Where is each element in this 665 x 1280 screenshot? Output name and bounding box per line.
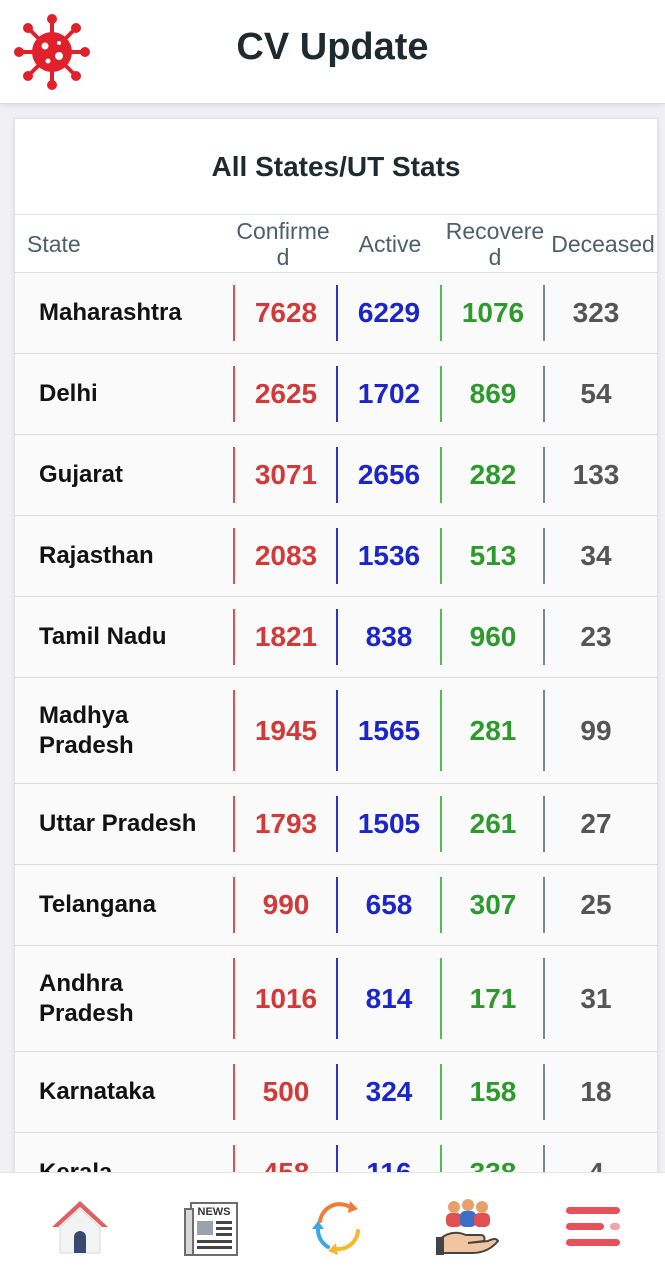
community-icon [436, 1199, 500, 1255]
recovered-count: 1076 [461, 297, 525, 328]
stats-card: All States/UT Stats State Confirme d Act… [14, 118, 658, 1178]
state-name: Delhi [39, 380, 98, 407]
menu-icon [566, 1207, 620, 1246]
state-name: Gujarat [39, 461, 124, 488]
state-name: Uttar Pradesh [39, 810, 197, 837]
deceased-count: 25 [580, 889, 612, 920]
deceased-count: 27 [580, 808, 612, 839]
confirmed-count: 2083 [254, 540, 318, 571]
table-row[interactable]: Uttar Pradesh 1793 1505 261 27 [15, 784, 657, 865]
deceased-count: 31 [580, 982, 612, 1014]
svg-text:NEWS: NEWS [198, 1206, 231, 1218]
confirmed-count: 1821 [254, 621, 318, 652]
header-active[interactable]: Active [341, 215, 439, 273]
recovered-count: 261 [469, 808, 517, 839]
nav-home-button[interactable] [14, 1173, 147, 1280]
deceased-count: 133 [572, 459, 620, 490]
table-row[interactable]: Maharashtra 7628 6229 1076 323 [15, 273, 657, 354]
active-count: 658 [365, 889, 413, 920]
state-name: Rajasthan [39, 542, 154, 569]
confirmed-count: 7628 [254, 297, 318, 328]
table-row[interactable]: Gujarat 3071 2656 282 133 [15, 435, 657, 516]
bottom-nav: NEWS [0, 1172, 665, 1280]
recovered-count: 869 [469, 378, 517, 409]
confirmed-count: 990 [262, 889, 310, 920]
recovered-count: 281 [469, 714, 517, 746]
card-title: All States/UT Stats [15, 119, 657, 215]
deceased-count: 23 [580, 621, 612, 652]
nav-refresh-button[interactable] [280, 1173, 413, 1280]
deceased-count: 54 [580, 378, 612, 409]
state-name: Maharashtra [39, 299, 182, 326]
table-header: State Confirme d Active Recovere d Decea… [15, 215, 657, 273]
recovered-count: 960 [469, 621, 517, 652]
refresh-icon [312, 1201, 360, 1255]
deceased-count: 99 [580, 714, 612, 746]
deceased-count: 34 [580, 540, 612, 571]
confirmed-count: 2625 [254, 378, 318, 409]
table-row[interactable]: Karnataka 500 324 158 18 [15, 1052, 657, 1133]
table-row[interactable]: Telangana 990 658 307 25 [15, 865, 657, 946]
header-confirmed[interactable]: Confirme d [227, 215, 339, 273]
active-count: 1565 [357, 714, 421, 746]
deceased-count: 18 [580, 1076, 612, 1107]
nav-menu-button[interactable] [532, 1173, 665, 1280]
nav-community-button[interactable] [400, 1173, 533, 1280]
state-name: Andhra Pradesh [39, 969, 134, 1027]
recovered-count: 282 [469, 459, 517, 490]
state-name: Madhya Pradesh [39, 701, 134, 759]
header-state[interactable]: State [27, 215, 207, 273]
active-count: 838 [365, 621, 413, 652]
active-count: 1505 [357, 808, 421, 839]
state-name: Karnataka [39, 1078, 156, 1105]
confirmed-count: 1945 [254, 714, 318, 746]
table-row[interactable]: Madhya Pradesh 1945 1565 281 99 [15, 678, 657, 784]
table-row[interactable]: Rajasthan 2083 1536 513 34 [15, 516, 657, 597]
active-count: 1702 [357, 378, 421, 409]
recovered-count: 513 [469, 540, 517, 571]
header-deceased[interactable]: Deceased [547, 215, 657, 273]
active-count: 814 [365, 982, 413, 1014]
confirmed-count: 1016 [254, 982, 318, 1014]
app-title: CV Update [236, 26, 429, 68]
confirmed-count: 500 [262, 1076, 310, 1107]
confirmed-count: 3071 [254, 459, 318, 490]
table-row[interactable]: Andhra Pradesh 1016 814 171 31 [15, 946, 657, 1052]
active-count: 324 [365, 1076, 413, 1107]
table-body: Maharashtra 7628 6229 1076 323 Delhi 2625 1702 8… [15, 273, 657, 1177]
home-icon [52, 1201, 108, 1254]
state-name: Telangana [39, 891, 156, 918]
header-recovered[interactable]: Recovere d [441, 215, 549, 273]
table-row[interactable]: Tamil Nadu 1821 838 960 23 [15, 597, 657, 678]
active-count: 2656 [357, 459, 421, 490]
nav-news-button[interactable]: NEWS [147, 1173, 280, 1280]
news-icon: NEWS [184, 1202, 238, 1256]
recovered-count: 171 [469, 982, 517, 1014]
table-row[interactable]: Delhi 2625 1702 869 54 [15, 354, 657, 435]
recovered-count: 307 [469, 889, 517, 920]
state-name: Tamil Nadu [39, 623, 167, 650]
recovered-count: 158 [469, 1076, 517, 1107]
deceased-count: 323 [572, 297, 620, 328]
active-count: 1536 [357, 540, 421, 571]
active-count: 6229 [357, 297, 421, 328]
confirmed-count: 1793 [254, 808, 318, 839]
app-bar: CV Update [0, 0, 665, 104]
